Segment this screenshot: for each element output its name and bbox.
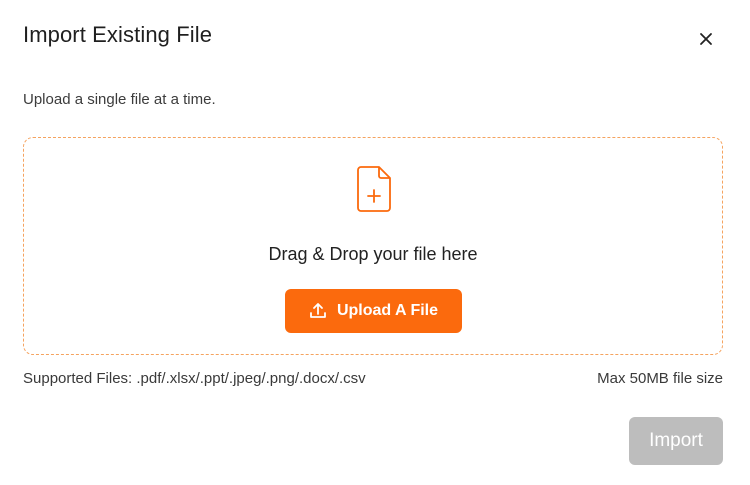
dialog-title: Import Existing File <box>23 22 213 47</box>
supported-files-text: Supported Files: .pdf/.xlsx/.ppt/.jpeg/.… <box>23 370 366 387</box>
upload-icon <box>310 303 326 318</box>
upload-file-button[interactable]: Upload A File <box>285 289 462 333</box>
dropzone-text: Drag & Drop your file here <box>268 244 478 264</box>
file-dropzone[interactable]: Drag & Drop your file here Upload A File <box>23 137 723 355</box>
import-button[interactable]: Import <box>629 417 723 465</box>
file-plus-icon <box>357 166 391 212</box>
dialog-subtitle: Upload a single file at a time. <box>23 91 216 108</box>
close-icon <box>700 33 712 45</box>
max-file-size-text: Max 50MB file size <box>597 370 723 387</box>
import-file-dialog: Import Existing File Upload a single fil… <box>0 0 750 485</box>
upload-button-label: Upload A File <box>336 302 439 319</box>
close-button[interactable] <box>694 27 718 51</box>
